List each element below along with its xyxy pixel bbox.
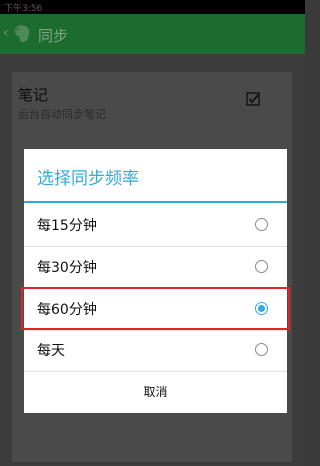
note-sync-checkbox[interactable]: [246, 92, 260, 106]
cancel-button[interactable]: 取消: [24, 371, 287, 413]
option-every-15-minutes[interactable]: 每15分钟: [24, 205, 287, 246]
setting-subtitle: 后台自动同步笔记: [18, 108, 106, 121]
option-every-day[interactable]: 每天: [24, 330, 287, 371]
setting-title: 笔记: [18, 86, 49, 104]
radio-button[interactable]: [255, 260, 268, 273]
status-time: 下午3:56: [4, 4, 43, 14]
radio-button[interactable]: [255, 343, 268, 356]
option-label: 每15分钟: [37, 218, 97, 234]
evernote-elephant-icon: [14, 25, 30, 43]
page-title: 同步: [38, 27, 69, 45]
dialog-title-divider: [24, 201, 287, 203]
radio-selected-dot: [258, 305, 265, 312]
back-button[interactable]: ‹ 同步: [0, 14, 80, 54]
status-bar: 下午3:56: [0, 0, 305, 14]
option-label: 每30分钟: [37, 260, 97, 276]
option-every-60-minutes[interactable]: 每60分钟: [21, 287, 290, 330]
option-label: 每60分钟: [37, 302, 97, 318]
back-chevron-icon: ‹: [3, 25, 9, 41]
app-bar: ‹ 同步: [0, 14, 305, 54]
option-every-30-minutes[interactable]: 每30分钟: [24, 247, 287, 288]
cancel-label: 取消: [143, 385, 168, 399]
sync-frequency-dialog: 选择同步频率 每15分钟 每30分钟 每60分钟 每天 取消: [21, 149, 290, 413]
radio-button[interactable]: [255, 218, 268, 231]
option-label: 每天: [37, 343, 65, 359]
dialog-title: 选择同步频率: [37, 169, 139, 189]
radio-button-selected[interactable]: [255, 302, 268, 315]
